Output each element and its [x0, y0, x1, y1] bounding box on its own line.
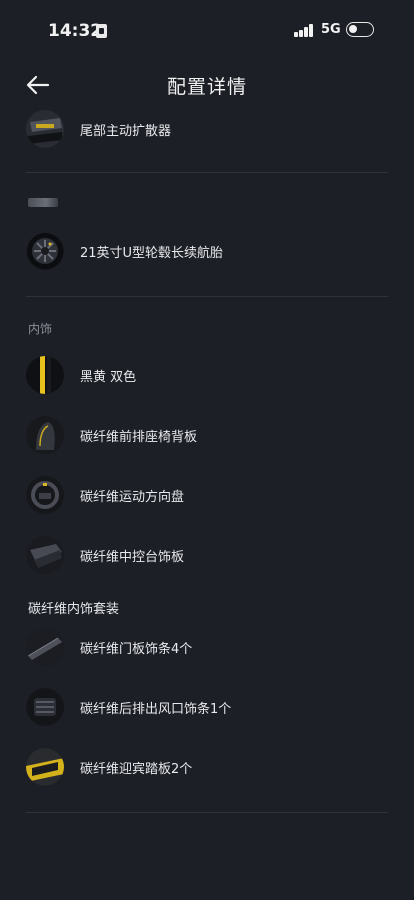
divider	[26, 812, 388, 813]
section-label-carbon-package: 碳纤维内饰套装	[28, 602, 120, 617]
option-label: 21英寸U型轮毂长续航胎	[80, 246, 224, 261]
option-label: 碳纤维后排出风口饰条1个	[80, 702, 232, 717]
option-label: 碳纤维门板饰条4个	[80, 642, 193, 657]
option-label: 尾部主动扩散器	[80, 124, 172, 139]
status-bar: 14:32 5G	[0, 0, 414, 60]
sill-plate-thumbnail	[26, 748, 64, 786]
page-title: 配置详情	[166, 76, 247, 98]
divider	[26, 172, 388, 173]
signal-icon	[294, 24, 316, 37]
option-row-wheels[interactable]: 21英寸U型轮毂长续航胎	[26, 232, 388, 272]
color-swatch-black-yellow	[26, 356, 64, 394]
nav-bar: 配置详情	[0, 62, 414, 108]
option-row-interior-color[interactable]: 黑黄 双色	[26, 356, 388, 396]
option-row-air-vent[interactable]: 碳纤维后排出风口饰条1个	[26, 688, 388, 728]
option-label: 碳纤维前排座椅背板	[80, 430, 198, 445]
option-row-steering-wheel[interactable]: 碳纤维运动方向盘	[26, 476, 388, 516]
network-type: 5G	[321, 22, 341, 37]
option-row-sill-plate[interactable]: 碳纤维迎宾踏板2个	[26, 748, 388, 788]
carbon-strip-image	[28, 198, 58, 207]
option-row-door-trim[interactable]: 碳纤维门板饰条4个	[26, 628, 388, 668]
wheel-thumbnail	[26, 232, 64, 270]
console-trim-thumbnail	[26, 536, 64, 574]
seat-back-thumbnail	[26, 416, 64, 454]
divider	[26, 296, 388, 297]
option-label: 碳纤维运动方向盘	[80, 490, 185, 505]
steering-wheel-thumbnail	[26, 476, 64, 514]
option-label: 黑黄 双色	[80, 370, 137, 385]
door-trim-thumbnail	[26, 628, 64, 666]
air-vent-trim-thumbnail	[26, 688, 64, 726]
option-row-seat-back[interactable]: 碳纤维前排座椅背板	[26, 416, 388, 456]
option-row-console-trim[interactable]: 碳纤维中控台饰板	[26, 536, 388, 576]
diffuser-thumbnail	[26, 110, 64, 148]
option-row-diffuser[interactable]: 尾部主动扩散器	[26, 110, 388, 150]
lock-icon	[96, 24, 107, 38]
battery-toggle-icon	[346, 22, 374, 37]
section-label-interior: 内饰	[28, 322, 53, 336]
option-label: 碳纤维迎宾踏板2个	[80, 762, 193, 777]
status-time: 14:32	[48, 21, 103, 41]
option-label: 碳纤维中控台饰板	[80, 550, 185, 565]
